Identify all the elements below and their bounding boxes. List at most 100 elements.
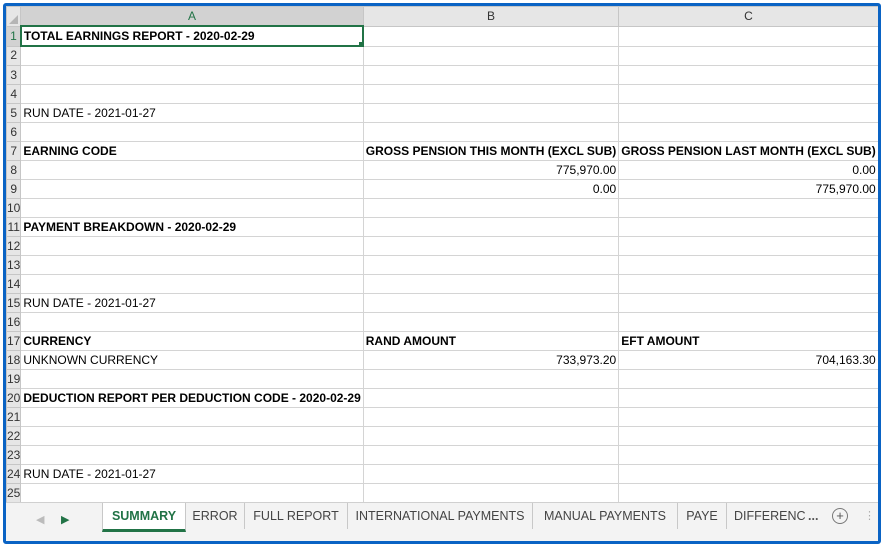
cell-c6[interactable] bbox=[618, 122, 878, 142]
cell-b11[interactable] bbox=[362, 217, 620, 237]
tab-full-report[interactable]: FULL REPORT bbox=[245, 503, 348, 529]
cell-a22[interactable] bbox=[20, 426, 364, 446]
row-header[interactable]: 17 bbox=[6, 331, 22, 351]
cell-a20[interactable]: DEDUCTION REPORT PER DEDUCTION CODE - 20… bbox=[20, 388, 364, 408]
cell-b21[interactable] bbox=[362, 407, 620, 427]
row-header[interactable]: 22 bbox=[6, 426, 22, 446]
row-header[interactable]: 4 bbox=[6, 84, 22, 104]
cell-c18[interactable]: 704,163.30 bbox=[618, 350, 878, 370]
cell-b8[interactable]: 775,970.00 bbox=[362, 160, 620, 180]
cell-c3[interactable] bbox=[618, 65, 878, 85]
cell-a3[interactable] bbox=[20, 65, 364, 85]
row-header[interactable]: 19 bbox=[6, 369, 22, 389]
cell-c25[interactable] bbox=[618, 483, 878, 502]
cell-b10[interactable] bbox=[362, 198, 620, 218]
cell-b17[interactable]: RAND AMOUNT bbox=[362, 331, 620, 351]
cell-c5[interactable] bbox=[618, 103, 878, 123]
row-header[interactable]: 21 bbox=[6, 407, 22, 427]
cell-c22[interactable] bbox=[618, 426, 878, 446]
cell-b6[interactable] bbox=[362, 122, 620, 142]
cell-b24[interactable] bbox=[362, 464, 620, 484]
cell-a15[interactable]: RUN DATE - 2021-01-27 bbox=[20, 293, 364, 313]
cell-a7[interactable]: EARNING CODE bbox=[20, 141, 364, 161]
row-header[interactable]: 25 bbox=[6, 483, 22, 502]
cell-c11[interactable] bbox=[618, 217, 878, 237]
row-header[interactable]: 7 bbox=[6, 141, 22, 161]
cell-a2[interactable] bbox=[20, 45, 364, 66]
cell-c7[interactable]: GROSS PENSION LAST MONTH (EXCL SUB) bbox=[618, 141, 878, 161]
row-header[interactable]: 12 bbox=[6, 236, 22, 256]
row-header[interactable]: 20 bbox=[6, 388, 22, 408]
column-header-a[interactable]: A bbox=[20, 6, 364, 27]
cell-a18[interactable]: UNKNOWN CURRENCY bbox=[20, 350, 364, 370]
cell-c2[interactable] bbox=[618, 45, 878, 66]
cell-a14[interactable] bbox=[20, 274, 364, 294]
row-header[interactable]: 1 bbox=[6, 25, 22, 47]
row-header[interactable]: 3 bbox=[6, 65, 22, 85]
cell-b12[interactable] bbox=[362, 236, 620, 256]
cell-a1[interactable]: TOTAL EARNINGS REPORT - 2020-02-29 bbox=[19, 25, 365, 47]
cell-b13[interactable] bbox=[362, 255, 620, 275]
cell-a16[interactable] bbox=[20, 312, 364, 332]
cell-b19[interactable] bbox=[362, 369, 620, 389]
cell-b25[interactable] bbox=[362, 483, 620, 502]
cell-c8[interactable]: 0.00 bbox=[618, 160, 878, 180]
row-header[interactable]: 8 bbox=[6, 160, 22, 180]
cell-b15[interactable] bbox=[362, 293, 620, 313]
cell-a10[interactable] bbox=[20, 198, 364, 218]
row-header[interactable]: 15 bbox=[6, 293, 22, 313]
cell-c15[interactable] bbox=[618, 293, 878, 313]
cell-b7[interactable]: GROSS PENSION THIS MONTH (EXCL SUB) bbox=[362, 141, 620, 161]
row-header[interactable]: 11 bbox=[6, 217, 22, 237]
row-header[interactable]: 24 bbox=[6, 464, 22, 484]
cell-c9[interactable]: 775,970.00 bbox=[618, 179, 878, 199]
cell-c4[interactable] bbox=[618, 84, 878, 104]
row-header[interactable]: 2 bbox=[6, 45, 22, 66]
tab-splitter-icon[interactable]: ⋮ bbox=[864, 511, 875, 522]
row-header[interactable]: 18 bbox=[6, 350, 22, 370]
cell-a24[interactable]: RUN DATE - 2021-01-27 bbox=[20, 464, 364, 484]
cell-c1[interactable] bbox=[618, 25, 878, 47]
cell-a5[interactable]: RUN DATE - 2021-01-27 bbox=[20, 103, 364, 123]
cell-a11[interactable]: PAYMENT BREAKDOWN - 2020-02-29 bbox=[20, 217, 364, 237]
tab-summary[interactable]: SUMMARY bbox=[102, 503, 186, 532]
row-header[interactable]: 16 bbox=[6, 312, 22, 332]
more-tabs-ellipsis[interactable]: ... bbox=[808, 503, 818, 529]
tab-paye[interactable]: PAYE bbox=[678, 503, 727, 529]
cell-b3[interactable] bbox=[362, 65, 620, 85]
cell-a12[interactable] bbox=[20, 236, 364, 256]
row-header[interactable]: 9 bbox=[6, 179, 22, 199]
cell-b16[interactable] bbox=[362, 312, 620, 332]
cell-a25[interactable] bbox=[20, 483, 364, 502]
cell-c14[interactable] bbox=[618, 274, 878, 294]
cell-c23[interactable] bbox=[618, 445, 878, 465]
row-header[interactable]: 5 bbox=[6, 103, 22, 123]
spreadsheet-grid[interactable]: A B C 1 TOTAL EARNINGS REPORT - 2020-02-2… bbox=[6, 6, 878, 502]
tab-international-payments[interactable]: INTERNATIONAL PAYMENTS bbox=[348, 503, 533, 529]
cell-a21[interactable] bbox=[20, 407, 364, 427]
cell-c19[interactable] bbox=[618, 369, 878, 389]
row-header[interactable]: 23 bbox=[6, 445, 22, 465]
cell-b23[interactable] bbox=[362, 445, 620, 465]
cell-c16[interactable] bbox=[618, 312, 878, 332]
cell-b14[interactable] bbox=[362, 274, 620, 294]
tab-difference[interactable]: DIFFERENC bbox=[734, 503, 810, 529]
row-header[interactable]: 6 bbox=[6, 122, 22, 142]
cell-a9[interactable] bbox=[20, 179, 364, 199]
cell-c17[interactable]: EFT AMOUNT bbox=[618, 331, 878, 351]
fill-handle[interactable] bbox=[358, 41, 362, 44]
cell-b18[interactable]: 733,973.20 bbox=[362, 350, 620, 370]
scroll-tabs-left-icon[interactable]: ◀ bbox=[36, 513, 44, 526]
select-all-corner[interactable] bbox=[6, 6, 22, 27]
cell-a8[interactable] bbox=[20, 160, 364, 180]
cell-b5[interactable] bbox=[362, 103, 620, 123]
cell-c21[interactable] bbox=[618, 407, 878, 427]
cell-c13[interactable] bbox=[618, 255, 878, 275]
cell-b2[interactable] bbox=[362, 45, 620, 66]
scroll-tabs-right-icon[interactable]: ▶ bbox=[61, 513, 69, 526]
cell-a17[interactable]: CURRENCY bbox=[20, 331, 364, 351]
column-header-c[interactable]: C bbox=[618, 6, 878, 27]
row-header[interactable]: 10 bbox=[6, 198, 22, 218]
cell-b4[interactable] bbox=[362, 84, 620, 104]
tab-manual-payments[interactable]: MANUAL PAYMENTS bbox=[533, 503, 678, 529]
